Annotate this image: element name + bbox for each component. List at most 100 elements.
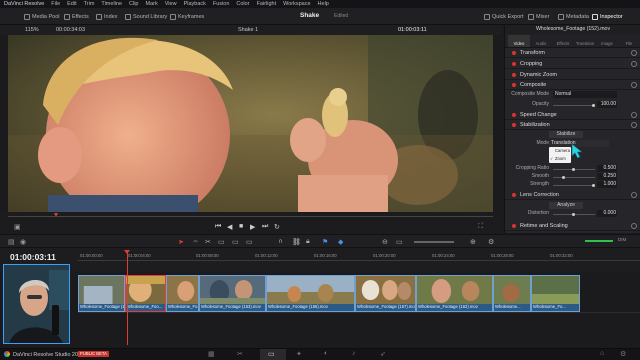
overwrite-clip-icon[interactable]: ▭ bbox=[232, 238, 239, 246]
section-enable-dot[interactable] bbox=[512, 223, 516, 228]
trim-tool-icon[interactable]: ⇔ bbox=[192, 238, 199, 245]
play-reverse-icon[interactable]: ◀ bbox=[227, 223, 232, 231]
color-page-icon[interactable]: ◐ bbox=[324, 350, 328, 357]
settings-icon[interactable]: ⚙ bbox=[620, 350, 626, 358]
distortion-slider-handle[interactable] bbox=[572, 212, 575, 216]
mixer-button[interactable]: Mixer bbox=[528, 12, 549, 21]
fullscreen-icon[interactable]: ⛶ bbox=[478, 223, 483, 231]
play-icon[interactable]: ▶ bbox=[250, 223, 255, 231]
cropping-ratio-slider[interactable] bbox=[553, 167, 595, 171]
quick-export-button[interactable]: Quick Export bbox=[484, 12, 523, 21]
section-enable-dot[interactable] bbox=[512, 50, 516, 55]
menu-playback[interactable]: Playback bbox=[184, 1, 206, 7]
menu-workspace[interactable]: Workspace bbox=[283, 1, 310, 7]
timeline-playhead[interactable] bbox=[127, 250, 128, 345]
inspector-button[interactable]: Inspector bbox=[592, 12, 623, 21]
viewer-mode-icon[interactable]: ▣ bbox=[14, 223, 21, 231]
section-speed-change[interactable]: Speed Change bbox=[505, 110, 640, 120]
index-button[interactable]: Index bbox=[96, 12, 117, 21]
insert-clip-icon[interactable]: ▭ bbox=[218, 238, 225, 246]
distortion-value[interactable]: 0.000 bbox=[597, 210, 617, 217]
reset-icon[interactable] bbox=[631, 50, 637, 56]
section-composite[interactable]: Composite bbox=[505, 80, 640, 90]
home-icon[interactable]: ⌂ bbox=[600, 350, 604, 357]
reset-icon[interactable] bbox=[631, 112, 637, 118]
stop-icon[interactable]: ■ bbox=[239, 223, 243, 230]
menu-clip[interactable]: Clip bbox=[129, 1, 138, 7]
tab-video[interactable]: Video bbox=[508, 35, 530, 47]
video-viewer[interactable] bbox=[8, 35, 493, 212]
timeline-clip[interactable]: Wholesome_Footage (1... bbox=[78, 275, 125, 312]
flag-icon[interactable]: ⚑ bbox=[322, 238, 328, 246]
mode-option-camera[interactable]: Camera bbox=[555, 148, 570, 153]
smooth-value[interactable]: 0.250 bbox=[597, 173, 617, 180]
viewer-zoom[interactable]: 115% bbox=[25, 27, 39, 33]
sound-library-button[interactable]: Sound Library bbox=[125, 12, 167, 21]
skip-start-icon[interactable]: ⏮ bbox=[215, 223, 221, 231]
loop-icon[interactable]: ↻ bbox=[274, 223, 280, 231]
audio-level-slider[interactable] bbox=[585, 240, 613, 242]
edit-page-icon[interactable]: ▭ bbox=[268, 350, 275, 358]
composite-mode-dropdown[interactable]: Normal bbox=[553, 91, 617, 98]
menu-file[interactable]: File bbox=[51, 1, 60, 7]
menu-trim[interactable]: Trim bbox=[84, 1, 95, 7]
timeline-clip-selected[interactable]: Wholesome_Foo... bbox=[125, 275, 166, 312]
smooth-slider[interactable] bbox=[553, 175, 595, 179]
scrub-playhead-icon[interactable] bbox=[54, 213, 58, 217]
section-enable-dot[interactable] bbox=[512, 72, 516, 77]
reset-icon[interactable] bbox=[631, 192, 637, 198]
strength-slider[interactable] bbox=[553, 183, 595, 187]
cropping-ratio-value[interactable]: 0.500 bbox=[597, 165, 617, 172]
opacity-slider[interactable] bbox=[553, 103, 595, 107]
fusion-page-icon[interactable]: ✦ bbox=[296, 350, 302, 358]
strength-value[interactable]: 1.000 bbox=[597, 181, 617, 188]
metadata-button[interactable]: Metadata bbox=[558, 12, 589, 21]
menu-help[interactable]: Help bbox=[318, 1, 329, 7]
timeline-zoom-slider[interactable] bbox=[414, 241, 454, 243]
zoom-in-icon[interactable]: ⊕ bbox=[470, 238, 476, 246]
opacity-value[interactable]: 100.00 bbox=[597, 101, 617, 108]
section-enable-dot[interactable] bbox=[512, 61, 516, 66]
media-page-icon[interactable]: ▦ bbox=[208, 350, 215, 358]
timeline-clip[interactable]: Wholesome_Fo... bbox=[166, 275, 199, 312]
mode-option-zoom[interactable]: Zoom bbox=[555, 156, 566, 161]
skip-end-icon[interactable]: ⏭ bbox=[262, 223, 268, 231]
reset-icon[interactable] bbox=[631, 122, 637, 128]
menu-view[interactable]: View bbox=[165, 1, 177, 7]
menu-fusion[interactable]: Fusion bbox=[213, 1, 230, 7]
section-enable-dot[interactable] bbox=[512, 122, 516, 127]
strength-slider-handle[interactable] bbox=[592, 183, 595, 187]
replace-clip-icon[interactable]: ▭ bbox=[246, 238, 253, 246]
menu-timeline[interactable]: Timeline bbox=[101, 1, 122, 7]
timeline-clip[interactable]: Wholesome_Footage (162).mov bbox=[416, 275, 493, 312]
link-icon[interactable]: ⛓ bbox=[292, 238, 301, 246]
position-lock-icon[interactable]: 🔒︎ bbox=[306, 238, 310, 246]
deliver-page-icon[interactable]: ➶ bbox=[380, 350, 386, 358]
distortion-slider[interactable] bbox=[553, 212, 595, 216]
marker-icon[interactable]: ◆ bbox=[338, 238, 343, 246]
analyze-button[interactable]: Analyze bbox=[549, 202, 583, 209]
layout-icon[interactable]: ▤ bbox=[8, 238, 15, 246]
section-enable-dot[interactable] bbox=[512, 192, 516, 197]
smooth-slider-handle[interactable] bbox=[562, 175, 565, 179]
menu-app[interactable]: DaVinci Resolve bbox=[4, 1, 44, 7]
blade-tool-icon[interactable]: ✂ bbox=[205, 238, 211, 246]
section-enable-dot[interactable] bbox=[512, 82, 516, 87]
menu-color[interactable]: Color bbox=[236, 1, 249, 7]
timeline-clip[interactable]: Wholesome_Footage (153).mov bbox=[199, 275, 266, 312]
reset-icon[interactable] bbox=[631, 61, 637, 67]
viewer-clip-name[interactable]: Shake 1 bbox=[238, 27, 258, 33]
reset-icon[interactable] bbox=[631, 82, 637, 88]
menu-edit[interactable]: Edit bbox=[67, 1, 76, 7]
snapping-icon[interactable]: ∩ bbox=[278, 238, 283, 245]
menu-fairlight[interactable]: Fairlight bbox=[257, 1, 277, 7]
timeline-clip[interactable]: Wholesome... bbox=[493, 275, 531, 312]
effects-button[interactable]: Effects bbox=[64, 12, 89, 21]
timeline-clip[interactable]: Wholesome_Fo... bbox=[531, 275, 580, 312]
section-stabilization[interactable]: Stabilization bbox=[505, 120, 640, 130]
view-options-icon[interactable]: ◉ bbox=[20, 238, 26, 246]
stabilize-button[interactable]: Stabilize bbox=[549, 131, 583, 138]
keyframes-button[interactable]: Keyframes bbox=[170, 12, 204, 21]
timeline-clip[interactable]: Wholesome_Footage (157).mov bbox=[355, 275, 416, 312]
cut-page-icon[interactable]: ✂ bbox=[237, 350, 243, 358]
